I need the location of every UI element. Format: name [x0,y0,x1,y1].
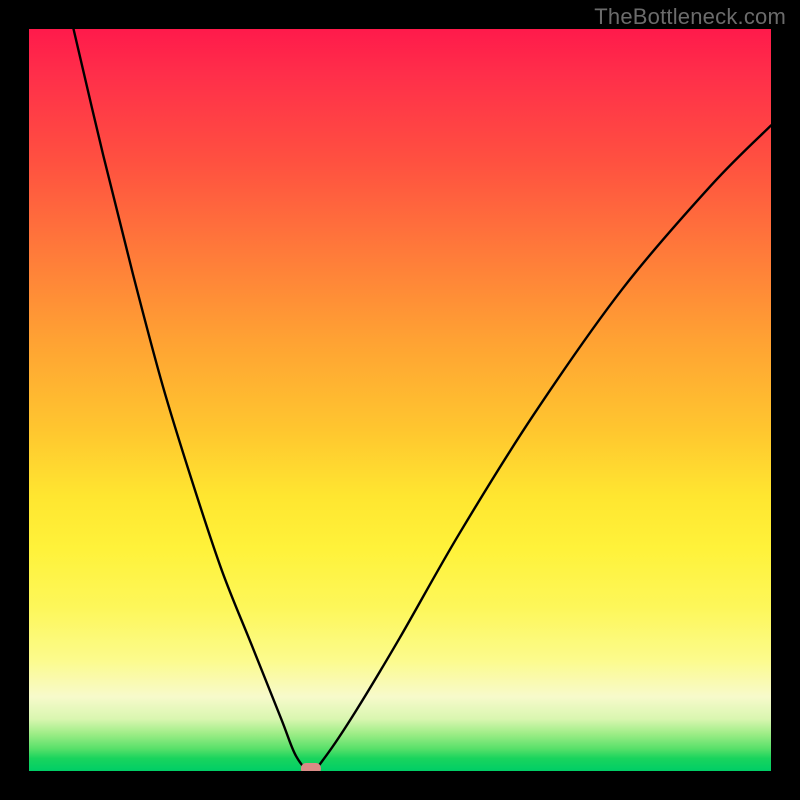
curve-layer [29,29,771,771]
optimal-marker [301,763,321,771]
chart-frame: TheBottleneck.com [0,0,800,800]
bottleneck-curve [74,29,771,771]
watermark-text: TheBottleneck.com [594,4,786,30]
plot-area [29,29,771,771]
